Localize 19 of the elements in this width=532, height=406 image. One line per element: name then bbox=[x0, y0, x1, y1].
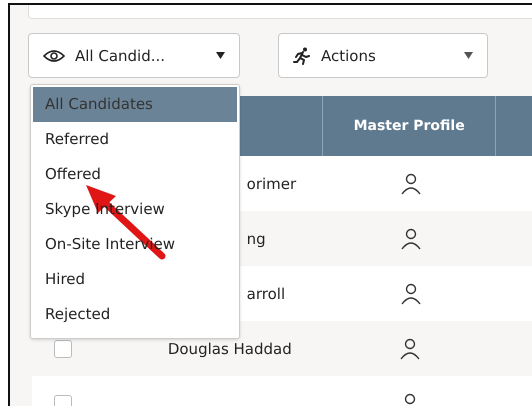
menu-item[interactable]: Offered bbox=[33, 157, 237, 192]
menu-item[interactable]: Referred bbox=[33, 122, 237, 157]
eye-icon bbox=[43, 48, 65, 62]
menu-item[interactable]: Hired bbox=[33, 262, 237, 297]
filter-dropdown[interactable]: All Candid... bbox=[28, 33, 240, 78]
running-person-icon bbox=[293, 46, 311, 64]
actions-dropdown[interactable]: Actions bbox=[278, 33, 488, 78]
profile-icon[interactable] bbox=[400, 172, 422, 194]
candidate-name: arroll bbox=[246, 284, 286, 302]
row-checkbox[interactable] bbox=[54, 340, 72, 358]
caret-icon bbox=[216, 52, 225, 59]
profile-icon[interactable] bbox=[400, 282, 422, 304]
candidate-name: Douglas Haddad bbox=[168, 340, 292, 358]
menu-item[interactable]: Rejected bbox=[33, 297, 237, 332]
profile-icon[interactable] bbox=[400, 228, 422, 250]
candidate-name: orimer bbox=[246, 174, 296, 192]
candidate-name: ng bbox=[246, 230, 266, 248]
profile-icon[interactable] bbox=[398, 338, 421, 360]
caret-icon bbox=[464, 52, 473, 59]
